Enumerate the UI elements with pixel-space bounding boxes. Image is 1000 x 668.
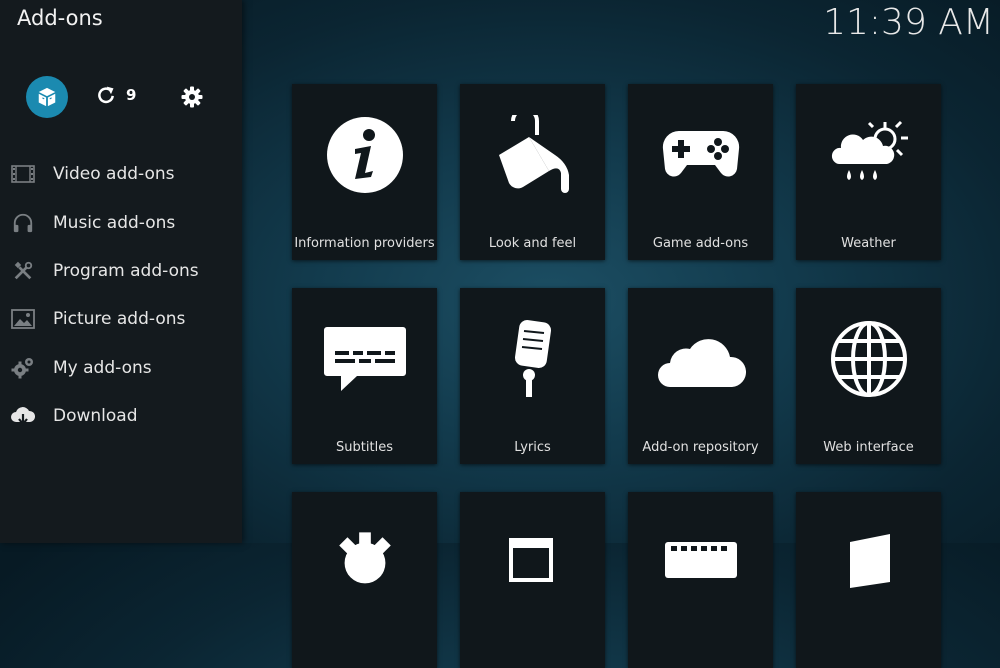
window-icon <box>460 518 605 608</box>
tile-label: Look and feel <box>488 236 577 251</box>
refresh-icon <box>98 86 114 104</box>
sidebar-item-program[interactable]: Program add-ons <box>0 247 242 295</box>
subtitles-icon <box>292 314 437 404</box>
tile-lyrics[interactable]: Lyrics <box>460 288 605 464</box>
microphone-icon <box>460 314 605 404</box>
tile-information-providers[interactable]: Information providers <box>292 84 437 260</box>
tile-label: Web interface <box>823 440 914 455</box>
cloud-download-icon <box>10 403 36 429</box>
tile-subtitles[interactable]: Subtitles <box>292 288 437 464</box>
box-icon <box>38 87 56 107</box>
tools-icon <box>10 258 36 284</box>
sidebar-item-label: Music add-ons <box>53 212 176 233</box>
tile-screensaver[interactable] <box>796 492 941 668</box>
tile-look-and-feel[interactable]: Look and feel <box>460 84 605 260</box>
sidebar-menu: Video add-ons Music add-ons Program add-… <box>0 150 242 440</box>
tile-services[interactable] <box>292 492 437 668</box>
tile-label: Subtitles <box>336 440 393 455</box>
tile-label: Add-on repository <box>642 440 759 455</box>
globe-icon <box>796 314 941 404</box>
sidebar-item-music[interactable]: Music add-ons <box>0 198 242 246</box>
tile-web-interface[interactable]: Web interface <box>796 288 941 464</box>
headphones-icon <box>10 210 36 236</box>
tile-label: Information providers <box>294 236 435 251</box>
picture-icon <box>10 306 36 332</box>
sidebar: Add-ons 9 Video add-ons Music add-ons Pr… <box>0 0 242 543</box>
tile-label: Game add-ons <box>652 236 749 251</box>
clock: 11:39 AM <box>823 2 994 43</box>
addon-browser-button[interactable] <box>26 76 68 118</box>
sidebar-item-my-addons[interactable]: My add-ons <box>0 344 242 392</box>
top-buttons: 9 <box>26 76 236 118</box>
check-updates-button[interactable]: 9 <box>96 85 136 105</box>
tile-context-menus[interactable] <box>460 492 605 668</box>
info-icon <box>292 110 437 200</box>
sidebar-item-picture[interactable]: Picture add-ons <box>0 295 242 343</box>
tile-label: Weather <box>841 236 896 251</box>
tile-weather[interactable]: Weather <box>796 84 941 260</box>
update-count: 9 <box>126 86 137 104</box>
tile-virtual-keyboard[interactable] <box>628 492 773 668</box>
sidebar-item-label: My add-ons <box>53 357 152 378</box>
cloud-icon <box>628 314 773 404</box>
settings-button[interactable] <box>180 85 204 113</box>
sidebar-item-video[interactable]: Video add-ons <box>0 150 242 198</box>
paint-bucket-icon <box>460 110 605 200</box>
sidebar-item-label: Picture add-ons <box>53 309 186 330</box>
gear-icon <box>292 518 437 608</box>
gears-icon <box>10 355 36 381</box>
tile-game-addons[interactable]: Game add-ons <box>628 84 773 260</box>
keyboard-icon <box>628 518 773 608</box>
gamepad-icon <box>628 110 773 200</box>
tile-label: Lyrics <box>514 440 551 455</box>
sidebar-item-download[interactable]: Download <box>0 392 242 440</box>
sidebar-item-label: Download <box>53 406 138 427</box>
sidebar-item-label: Program add-ons <box>53 260 199 281</box>
tile-addon-repository[interactable]: Add-on repository <box>628 288 773 464</box>
weather-icon <box>796 110 941 200</box>
sidebar-item-label: Video add-ons <box>53 164 175 185</box>
gear-icon <box>181 86 203 108</box>
screensaver-icon <box>796 518 941 608</box>
page-title: Add-ons <box>17 6 103 30</box>
film-icon <box>10 161 36 187</box>
